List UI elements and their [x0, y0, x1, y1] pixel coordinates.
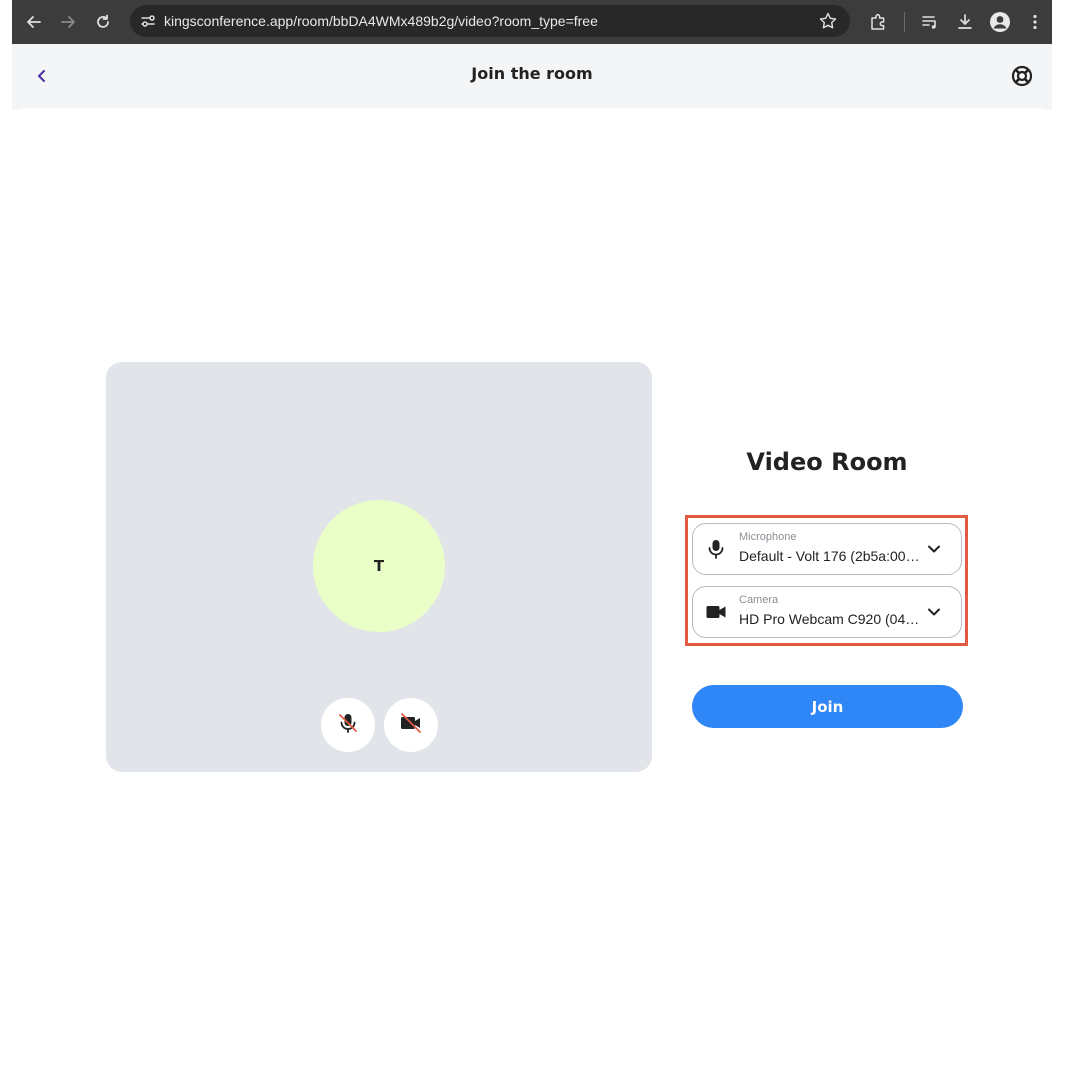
video-camera-icon: [705, 601, 727, 623]
room-title: Video Room: [746, 448, 908, 476]
app-header: Join the room: [12, 44, 1052, 110]
microphone-off-icon: [336, 711, 360, 739]
microphone-label: Microphone: [739, 531, 797, 543]
mute-microphone-button[interactable]: [321, 698, 375, 752]
back-arrow-icon[interactable]: [22, 10, 46, 34]
camera-label: Camera: [739, 594, 779, 606]
page-title: Join the room: [471, 64, 593, 83]
forward-arrow-icon[interactable]: [56, 10, 80, 34]
address-url[interactable]: kingsconference.app/room/bbDA4WMx489b2g/…: [164, 5, 598, 37]
help-lifebuoy-icon[interactable]: [1010, 64, 1034, 88]
media-playlist-icon[interactable]: [918, 10, 942, 34]
chevron-down-icon[interactable]: [925, 603, 943, 621]
microphone-icon: [705, 538, 727, 560]
join-button[interactable]: Join: [692, 685, 963, 728]
browser-menu-icon[interactable]: [1023, 10, 1047, 34]
browser-window: kingsconference.app/room/bbDA4WMx489b2g/…: [12, 0, 1052, 1065]
download-icon[interactable]: [953, 10, 977, 34]
site-settings-icon[interactable]: [138, 11, 158, 31]
microphone-value: Default - Volt 176 (2b5a:0022): [739, 548, 925, 564]
chevron-down-icon[interactable]: [925, 540, 943, 558]
avatar: T: [313, 500, 445, 632]
avatar-initial: T: [373, 557, 385, 575]
reload-icon[interactable]: [91, 10, 115, 34]
device-selection-highlight: Microphone Default - Volt 176 (2b5a:0022…: [685, 515, 968, 646]
microphone-select[interactable]: Microphone Default - Volt 176 (2b5a:0022…: [692, 523, 962, 575]
turn-off-camera-button[interactable]: [384, 698, 438, 752]
address-bar[interactable]: kingsconference.app/room/bbDA4WMx489b2g/…: [130, 5, 850, 37]
camera-select[interactable]: Camera HD Pro Webcam C920 (046d:082d): [692, 586, 962, 638]
video-preview: T: [106, 362, 652, 772]
camera-value: HD Pro Webcam C920 (046d:082d): [739, 611, 925, 627]
browser-toolbar: kingsconference.app/room/bbDA4WMx489b2g/…: [12, 0, 1052, 44]
extensions-icon[interactable]: [866, 10, 890, 34]
bookmark-star-icon[interactable]: [818, 11, 838, 31]
camera-off-icon: [398, 711, 424, 739]
profile-avatar-icon[interactable]: [988, 10, 1012, 34]
toolbar-separator: [904, 12, 905, 32]
